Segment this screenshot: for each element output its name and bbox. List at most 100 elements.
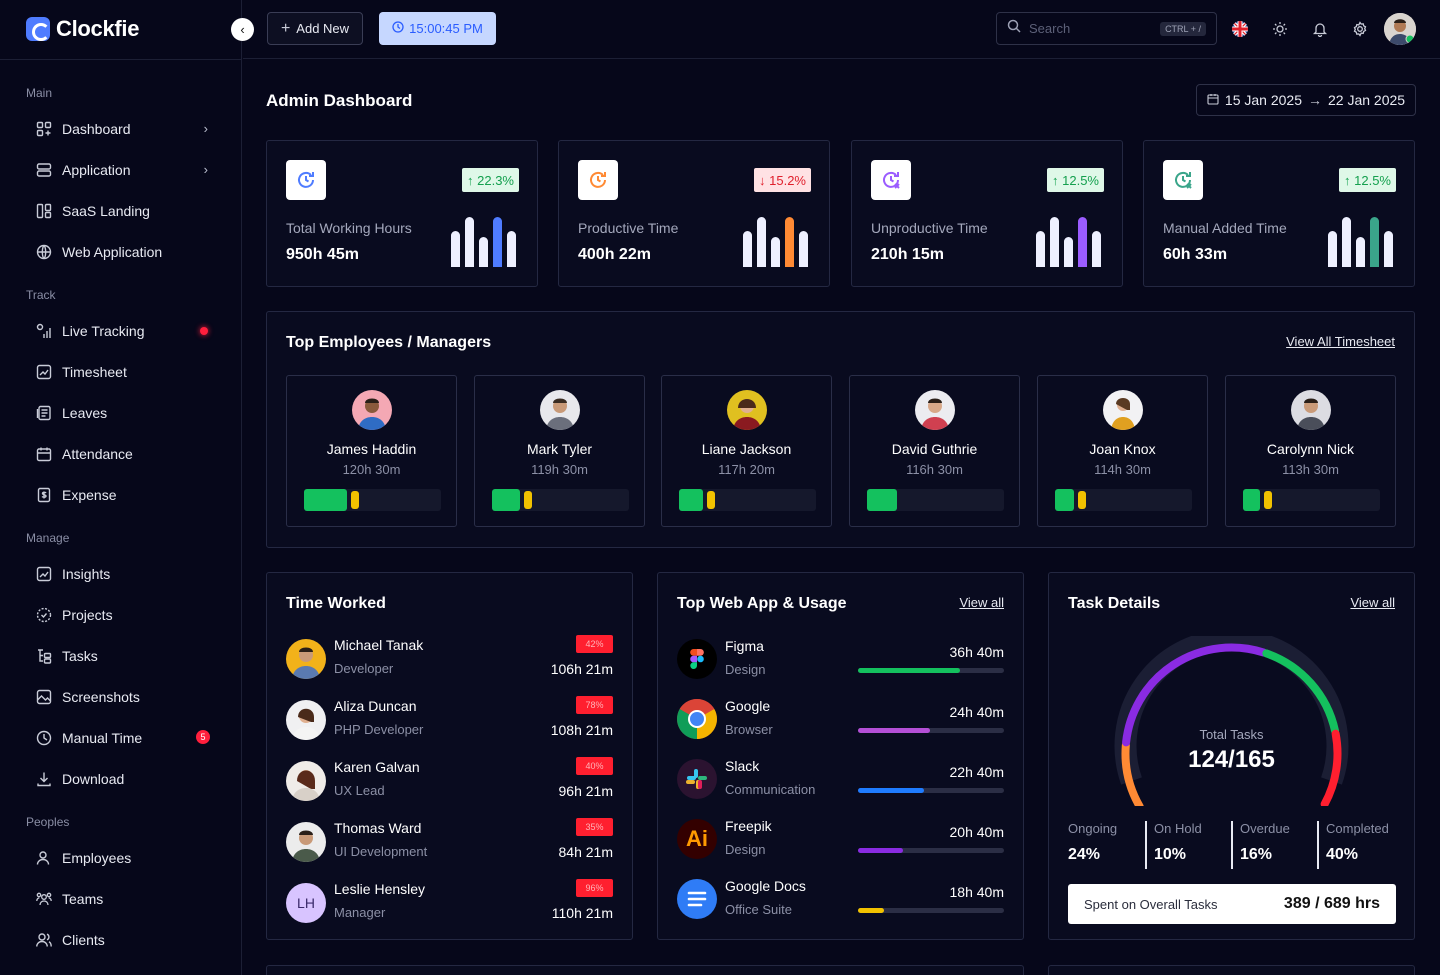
progress-fill <box>867 489 897 511</box>
list-item[interactable]: Thomas Ward UI Development 35% 84h 21m <box>286 818 613 866</box>
sidebar-item-download[interactable]: Download <box>34 764 214 794</box>
sidebar-item-application[interactable]: Application › <box>34 155 214 185</box>
chrome-icon <box>677 699 717 739</box>
person-role: UI Development <box>334 844 428 859</box>
spent-summary: Spent on Overall Tasks 389 / 689 hrs <box>1068 884 1396 924</box>
progress-marker <box>1264 491 1272 509</box>
person-role: UX Lead <box>334 783 385 798</box>
sidebar-item-dashboard[interactable]: Dashboard › <box>34 114 214 144</box>
date-range-picker[interactable]: 15 Jan 2025 → 22 Jan 2025 <box>1196 84 1416 116</box>
app-usage-row[interactable]: Ai Freepik Design 20h 40m <box>677 818 1004 865</box>
add-new-button[interactable]: + Add New <box>267 12 363 45</box>
person-role: Manager <box>334 905 386 920</box>
stat-card-total-working-hours[interactable]: ↑ 22.3% Total Working Hours 950h 45m <box>266 140 538 287</box>
trend-badge: ↑ 12.5% <box>1047 168 1104 192</box>
settings-gear-icon[interactable] <box>1349 18 1371 40</box>
task-stat-completed: Completed 40% <box>1326 821 1406 867</box>
usage-fill <box>858 728 930 733</box>
clock-cancel-icon <box>871 160 911 200</box>
sidebar-item-web-application[interactable]: Web Application <box>34 237 214 267</box>
divider <box>1145 821 1147 869</box>
logo[interactable]: Clockfie <box>26 16 139 42</box>
sidebar-item-timesheet[interactable]: Timesheet <box>34 357 214 387</box>
list-item[interactable]: Karen Galvan UX Lead 40% 96h 21m <box>286 757 613 805</box>
app-usage-row[interactable]: Google Browser 24h 40m <box>677 698 1004 745</box>
stat-card-unproductive-time[interactable]: ↑ 12.5% Unproductive Time 210h 15m <box>851 140 1123 287</box>
sidebar-item-tasks[interactable]: Tasks <box>34 641 214 671</box>
sidebar-item-label: Expense <box>62 487 117 503</box>
sidebar-item-leaves[interactable]: Leaves <box>34 398 214 428</box>
employee-card[interactable]: James Haddin 120h 30m <box>286 375 457 527</box>
mini-bar-chart <box>1036 217 1104 267</box>
mini-bar-highlight <box>1078 217 1087 267</box>
progress-fill <box>679 489 703 511</box>
sidebar-item-label: Tasks <box>62 648 98 664</box>
mini-bar <box>1384 231 1393 267</box>
app-category: Communication <box>725 782 816 797</box>
app-usage-row[interactable]: Slack Communication 22h 40m <box>677 758 1004 805</box>
sidebar-item-manual-time[interactable]: Manual Time 5 <box>34 723 214 753</box>
trend-badge: ↑ 12.5% <box>1339 168 1396 192</box>
mini-bar <box>1036 231 1045 267</box>
sidebar-item-clients[interactable]: Clients <box>34 925 214 955</box>
view-all-timesheet-link[interactable]: View All Timesheet <box>1286 334 1395 349</box>
sidebar-item-label: SaaS Landing <box>62 203 150 219</box>
bell-icon[interactable] <box>1309 18 1331 40</box>
search-icon <box>1007 19 1021 38</box>
clock-refresh-icon <box>578 160 618 200</box>
section-peoples: Peoples <box>26 815 70 829</box>
search-input[interactable] <box>1029 21 1139 36</box>
divider <box>1317 821 1319 869</box>
list-item[interactable]: LH Leslie Hensley Manager 96% 110h 21m <box>286 879 613 927</box>
sidebar-collapse-button[interactable]: ‹ <box>231 18 254 41</box>
theme-toggle-sun-icon[interactable] <box>1269 18 1291 40</box>
view-all-link[interactable]: View all <box>959 595 1004 610</box>
layers-icon <box>34 160 54 180</box>
view-all-link[interactable]: View all <box>1350 595 1395 610</box>
search-box[interactable]: CTRL + / <box>996 12 1217 45</box>
sidebar-item-expense[interactable]: Expense <box>34 480 214 510</box>
app-usage-row[interactable]: Google Docs Office Suite 18h 40m <box>677 878 1004 925</box>
user-avatar[interactable] <box>1384 13 1416 45</box>
person-role: PHP Developer <box>334 722 424 737</box>
sidebar-item-attendance[interactable]: Attendance <box>34 439 214 469</box>
time-value: 84h 21m <box>558 844 613 860</box>
stat-value: 40% <box>1326 846 1359 863</box>
avatar <box>286 700 326 740</box>
live-clock-button[interactable]: 15:00:45 PM <box>379 12 496 45</box>
sidebar-item-live-tracking[interactable]: Live Tracking <box>34 316 214 346</box>
mini-bar <box>1356 237 1365 267</box>
section-main: Main <box>26 86 53 100</box>
sidebar-item-teams[interactable]: Teams <box>34 884 214 914</box>
signal-icon <box>34 321 54 341</box>
employee-card[interactable]: Carolynn Nick 113h 30m <box>1225 375 1396 527</box>
mini-bar <box>1342 217 1351 267</box>
figma-icon <box>677 639 717 679</box>
sidebar-item-insights[interactable]: Insights <box>34 559 214 589</box>
employee-card[interactable]: Joan Knox 114h 30m <box>1037 375 1208 527</box>
usage-bar <box>858 788 1004 793</box>
app-category: Browser <box>725 722 773 737</box>
usage-fill <box>858 668 960 673</box>
employee-name: Joan Knox <box>1089 441 1156 457</box>
usage-fill <box>858 788 924 793</box>
sidebar-item-label: Manual Time <box>62 730 143 746</box>
stat-card-productive-time[interactable]: ↓ 15.2% Productive Time 400h 22m <box>558 140 830 287</box>
sidebar-item-screenshots[interactable]: Screenshots <box>34 682 214 712</box>
language-flag-icon[interactable] <box>1229 18 1251 40</box>
employee-card[interactable]: Mark Tyler 119h 30m <box>474 375 645 527</box>
employee-card[interactable]: Liane Jackson 117h 20m <box>661 375 832 527</box>
employee-hours: 116h 30m <box>906 462 963 477</box>
sidebar-item-projects[interactable]: Projects <box>34 600 214 630</box>
sidebar-item-employees[interactable]: Employees <box>34 843 214 873</box>
mini-bar <box>1064 237 1073 267</box>
app-usage-row[interactable]: Figma Design 36h 40m <box>677 638 1004 685</box>
list-item[interactable]: Michael Tanak Developer 42% 106h 21m <box>286 635 613 683</box>
app-category: Design <box>725 662 766 677</box>
stat-card-manual-added-time[interactable]: ↑ 12.5% Manual Added Time 60h 33m <box>1143 140 1415 287</box>
employee-card[interactable]: David Guthrie 116h 30m <box>849 375 1020 527</box>
list-item[interactable]: Aliza Duncan PHP Developer 78% 108h 21m <box>286 696 613 744</box>
layout-icon <box>34 201 54 221</box>
sidebar-item-saas-landing[interactable]: SaaS Landing <box>34 196 214 226</box>
usage-bar <box>858 908 1004 913</box>
